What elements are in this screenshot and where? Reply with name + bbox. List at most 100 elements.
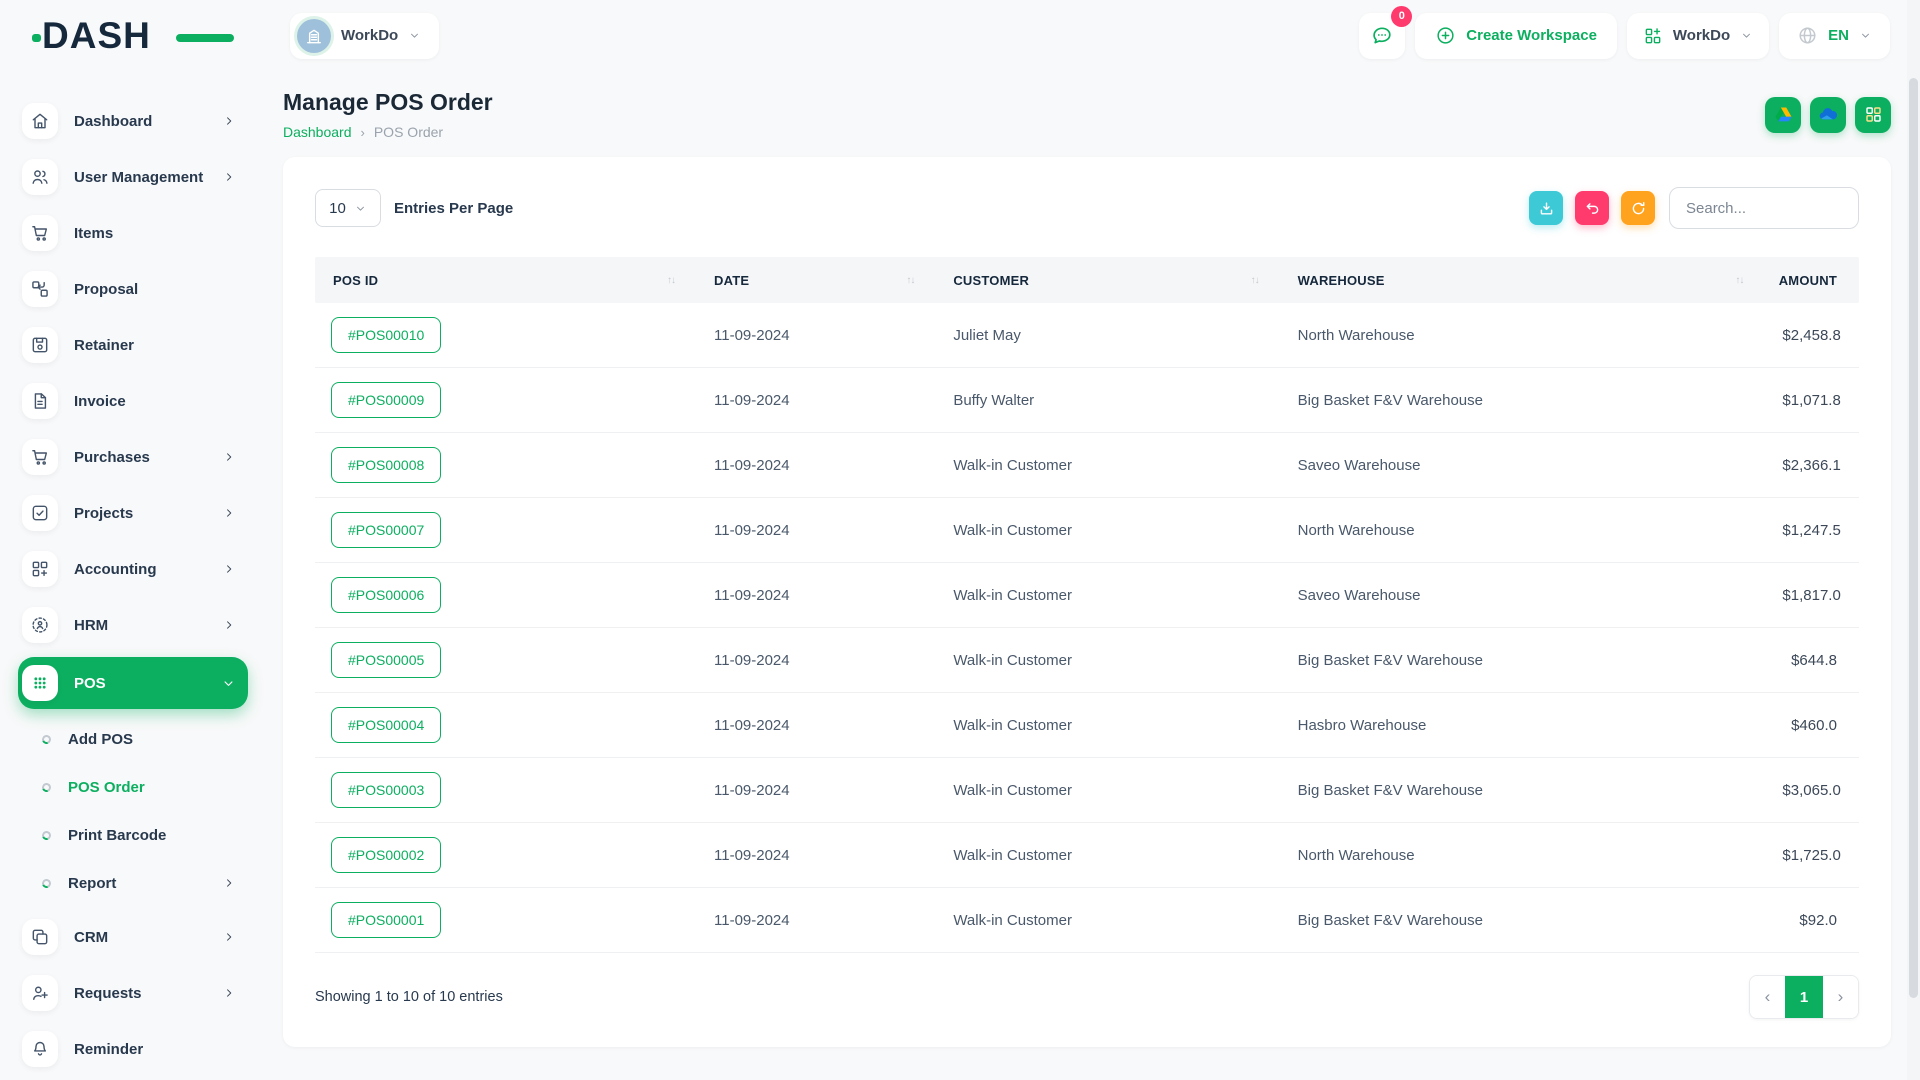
sidebar-subitem-pos-order[interactable]: POS Order [22,765,242,809]
sidebar-item-label: Proposal [74,281,242,298]
column-header-label: WAREHOUSE [1298,273,1385,288]
workdo-menu-button[interactable]: WorkDo [1627,13,1769,59]
sidebar-item-reminder[interactable]: Reminder [22,1025,242,1073]
sidebar-item-requests[interactable]: Requests [22,969,242,1017]
sidebar-item-purchases[interactable]: Purchases [22,433,242,481]
pos-id-link[interactable]: #POS00002 [331,837,441,873]
customer-cell: Walk-in Customer [940,457,1284,474]
bullet-icon [41,733,53,745]
google-drive-icon [1773,104,1794,125]
pos-id-cell: #POS00006 [315,577,701,613]
sidebar-item-dashboard[interactable]: Dashboard [22,97,242,145]
language-label: EN [1828,27,1849,44]
table-row: #POS0000311-09-2024Walk-in CustomerBig B… [315,758,1859,823]
column-header-date[interactable]: DATE↑↓ [701,273,940,288]
chevron-right-icon [222,986,236,1000]
sidebar-item-hrm[interactable]: HRM [22,601,242,649]
pagination-next-button[interactable]: › [1823,976,1858,1018]
pos-id-link[interactable]: #POS00010 [331,317,441,353]
column-header-customer[interactable]: CUSTOMER↑↓ [940,273,1284,288]
apps-grid-icon [1864,105,1883,124]
breadcrumb-separator: › [361,125,365,140]
logo-dot [32,34,41,42]
pagination-page-1[interactable]: 1 [1785,976,1823,1018]
pos-id-link[interactable]: #POS00005 [331,642,441,678]
warehouse-cell: North Warehouse [1285,327,1770,344]
date-cell: 11-09-2024 [701,912,940,929]
pos-order-table: POS ID↑↓DATE↑↓CUSTOMER↑↓WAREHOUSE↑↓AMOUN… [315,257,1859,953]
sort-icon[interactable]: ↑↓ [667,275,675,286]
create-workspace-button[interactable]: Create Workspace [1415,13,1617,59]
sidebar-item-label: User Management [74,169,222,186]
sidebar-subitem-print-barcode[interactable]: Print Barcode [22,813,242,857]
pos-id-link[interactable]: #POS00007 [331,512,441,548]
pagination: ‹ 1 › [1749,975,1859,1019]
google-drive-button[interactable] [1765,97,1801,133]
crm-icon [22,919,58,955]
search-input[interactable] [1669,187,1859,229]
sidebar-item-proposal[interactable]: Proposal [22,265,242,313]
sidebar-subitem-label: Report [68,875,222,892]
customer-cell: Walk-in Customer [940,912,1284,929]
pos-id-link[interactable]: #POS00006 [331,577,441,613]
pos-id-link[interactable]: #POS00004 [331,707,441,743]
column-header-warehouse[interactable]: WAREHOUSE ↑↓ [1285,273,1770,288]
showing-entries-text: Showing 1 to 10 of 10 entries [315,989,503,1005]
customer-cell: Walk-in Customer [940,522,1284,539]
pos-id-cell: #POS00009 [315,382,701,418]
date-cell: 11-09-2024 [701,327,940,344]
sidebar-item-label: CRM [74,929,222,946]
table-row: #POS0000511-09-2024Walk-in CustomerBig B… [315,628,1859,693]
column-header-pos-id[interactable]: POS ID↑↓ [315,273,701,288]
customer-cell: Walk-in Customer [940,652,1284,669]
table-row: #POS0000711-09-2024Walk-in CustomerNorth… [315,498,1859,563]
chevron-right-icon [222,114,236,128]
pos-id-link[interactable]: #POS00001 [331,902,441,938]
entries-per-page-value: 10 [329,200,346,217]
sidebar-item-invoice[interactable]: Invoice [22,377,242,425]
app-logo[interactable]: DASH [42,15,202,57]
entries-per-page-select[interactable]: 10 [315,189,381,227]
pos-id-link[interactable]: #POS00009 [331,382,441,418]
sidebar-item-label: Requests [74,985,222,1002]
scrollbar-thumb[interactable] [1909,78,1918,998]
pos-id-cell: #POS00004 [315,707,701,743]
amount-cell: $460.0 [1769,717,1859,734]
pos-id-cell: #POS00005 [315,642,701,678]
sidebar-item-user-management[interactable]: User Management [22,153,242,201]
sidebar-subitem-add-pos[interactable]: Add POS [22,717,242,761]
sidebar-item-projects[interactable]: Projects [22,489,242,537]
breadcrumb-home-link[interactable]: Dashboard [283,124,352,140]
chevron-right-icon [222,506,236,520]
pos-id-cell: #POS00003 [315,772,701,808]
sidebar-item-label: Projects [74,505,222,522]
sidebar-item-items[interactable]: Items [22,209,242,257]
pos-id-link[interactable]: #POS00008 [331,447,441,483]
refresh-button[interactable] [1621,191,1655,225]
pagination-prev-button[interactable]: ‹ [1750,976,1785,1018]
entries-per-page-label: Entries Per Page [394,200,513,217]
onedrive-button[interactable] [1810,97,1846,133]
scrollbar-track[interactable] [1907,0,1920,1080]
undo-button[interactable] [1575,191,1609,225]
sidebar-subitem-report[interactable]: Report [22,861,242,905]
sidebar-item-crm[interactable]: CRM [22,913,242,961]
messages-button[interactable]: 0 [1359,13,1405,59]
sort-icon[interactable]: ↑↓ [906,275,914,286]
sidebar-item-retainer[interactable]: Retainer [22,321,242,369]
sort-icon[interactable]: ↑↓ [1251,275,1259,286]
pos-id-link[interactable]: #POS00003 [331,772,441,808]
language-selector[interactable]: EN [1779,13,1890,59]
sidebar-item-accounting[interactable]: Accounting [22,545,242,593]
export-button[interactable] [1529,191,1563,225]
sort-icon[interactable]: ↑↓ [1735,275,1743,286]
date-cell: 11-09-2024 [701,847,940,864]
user-plus-icon [22,975,58,1011]
amount-cell: $644.8 [1769,652,1859,669]
apps-grid-button[interactable] [1855,97,1891,133]
hrm-icon [22,607,58,643]
workspace-selector[interactable]: WorkDo [290,13,439,59]
cart-icon [22,439,58,475]
date-cell: 11-09-2024 [701,522,940,539]
sidebar-item-pos[interactable]: POS [18,657,248,709]
